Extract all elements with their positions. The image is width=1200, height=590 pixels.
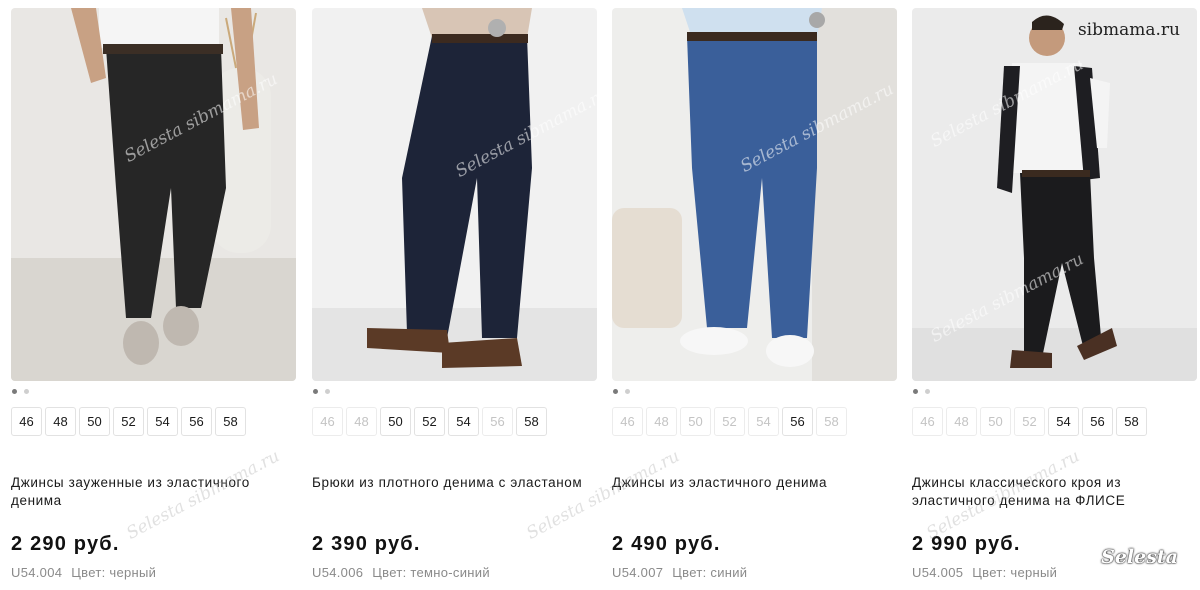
size-option[interactable]: 54 [1048, 407, 1079, 436]
product-meta: U54.007 Цвет: синий [612, 565, 747, 580]
site-watermark: sibmama.ru [1077, 20, 1180, 40]
size-option[interactable]: 46 [912, 407, 943, 436]
carousel-dot[interactable] [925, 389, 930, 394]
product-color: Цвет: темно-синий [372, 565, 490, 580]
size-option[interactable]: 52 [113, 407, 144, 436]
product-meta: U54.005 Цвет: черный [912, 565, 1057, 580]
product-photo-dark-denim-trousers[interactable]: Selesta sibmama.ru [312, 8, 597, 381]
size-option[interactable]: 50 [380, 407, 411, 436]
product-meta: U54.004 Цвет: черный [11, 565, 156, 580]
product-photo-blue-denim-jeans[interactable]: Selesta sibmama.ru [612, 8, 897, 381]
size-option[interactable]: 48 [646, 407, 677, 436]
product-price: 2 290 руб. [11, 533, 120, 555]
size-option[interactable]: 50 [980, 407, 1011, 436]
product-card[interactable]: Selesta sibmama.ru 46 48 50 52 54 56 58 … [11, 8, 296, 588]
product-sku: U54.004 [11, 565, 63, 580]
size-option[interactable]: 54 [147, 407, 178, 436]
size-option[interactable]: 46 [11, 407, 42, 436]
carousel-dot[interactable] [24, 389, 29, 394]
size-option[interactable]: 50 [680, 407, 711, 436]
product-price: 2 390 руб. [312, 533, 421, 555]
carousel-dot-active[interactable] [613, 389, 618, 394]
product-color: Цвет: черный [972, 565, 1058, 580]
size-option[interactable]: 46 [612, 407, 643, 436]
size-selector: 46 48 50 52 54 56 58 [912, 407, 1197, 437]
product-sku: U54.005 [912, 565, 964, 580]
size-option[interactable]: 46 [312, 407, 343, 436]
product-sku: U54.007 [612, 565, 664, 580]
size-option[interactable]: 56 [482, 407, 513, 436]
product-title[interactable]: Джинсы из эластичного денима [612, 474, 897, 492]
size-option[interactable]: 56 [181, 407, 212, 436]
product-color: Цвет: синий [672, 565, 748, 580]
size-option[interactable]: 56 [782, 407, 813, 436]
carousel-dot[interactable] [625, 389, 630, 394]
size-option[interactable]: 54 [748, 407, 779, 436]
product-photo-classic-fleece-jeans[interactable]: Selesta sibmama.ru Selesta sibmama.ru [912, 8, 1197, 381]
product-price: 2 990 руб. [912, 533, 1021, 555]
size-option[interactable]: 56 [1082, 407, 1113, 436]
product-image [312, 8, 597, 381]
product-card[interactable]: Selesta sibmama.ru 46 48 50 52 54 56 58 … [312, 8, 597, 588]
product-meta: U54.006 Цвет: темно-синий [312, 565, 490, 580]
size-option[interactable]: 58 [215, 407, 246, 436]
size-option[interactable]: 52 [414, 407, 445, 436]
product-price: 2 490 руб. [612, 533, 721, 555]
product-title[interactable]: Брюки из плотного денима с эластаном [312, 474, 597, 492]
size-option[interactable]: 58 [516, 407, 547, 436]
size-option[interactable]: 48 [346, 407, 377, 436]
carousel-dot[interactable] [325, 389, 330, 394]
size-option[interactable]: 48 [45, 407, 76, 436]
brand-watermark: Selesta [1101, 546, 1178, 568]
size-selector: 46 48 50 52 54 56 58 [612, 407, 897, 437]
product-image [912, 8, 1197, 381]
product-photo-black-slim-jeans[interactable]: Selesta sibmama.ru [11, 8, 296, 381]
size-option[interactable]: 52 [714, 407, 745, 436]
product-card[interactable]: Selesta sibmama.ru Selesta sibmama.ru 46… [912, 8, 1197, 588]
product-grid: Selesta sibmama.ru 46 48 50 52 54 56 58 … [0, 0, 1200, 590]
size-option[interactable]: 58 [816, 407, 847, 436]
carousel-dot-active[interactable] [913, 389, 918, 394]
carousel-dot-active[interactable] [12, 389, 17, 394]
product-sku: U54.006 [312, 565, 364, 580]
product-title[interactable]: Джинсы зауженные из эластичного денима [11, 474, 296, 510]
size-option[interactable]: 58 [1116, 407, 1147, 436]
product-title[interactable]: Джинсы классического кроя из эластичного… [912, 474, 1197, 510]
product-card[interactable]: Selesta sibmama.ru 46 48 50 52 54 56 58 … [612, 8, 897, 588]
size-option[interactable]: 52 [1014, 407, 1045, 436]
size-selector: 46 48 50 52 54 56 58 [11, 407, 296, 437]
product-color: Цвет: черный [71, 565, 157, 580]
product-image [11, 8, 296, 381]
carousel-dot-active[interactable] [313, 389, 318, 394]
size-selector: 46 48 50 52 54 56 58 [312, 407, 597, 437]
size-option[interactable]: 48 [946, 407, 977, 436]
size-option[interactable]: 54 [448, 407, 479, 436]
size-option[interactable]: 50 [79, 407, 110, 436]
product-image [612, 8, 897, 381]
